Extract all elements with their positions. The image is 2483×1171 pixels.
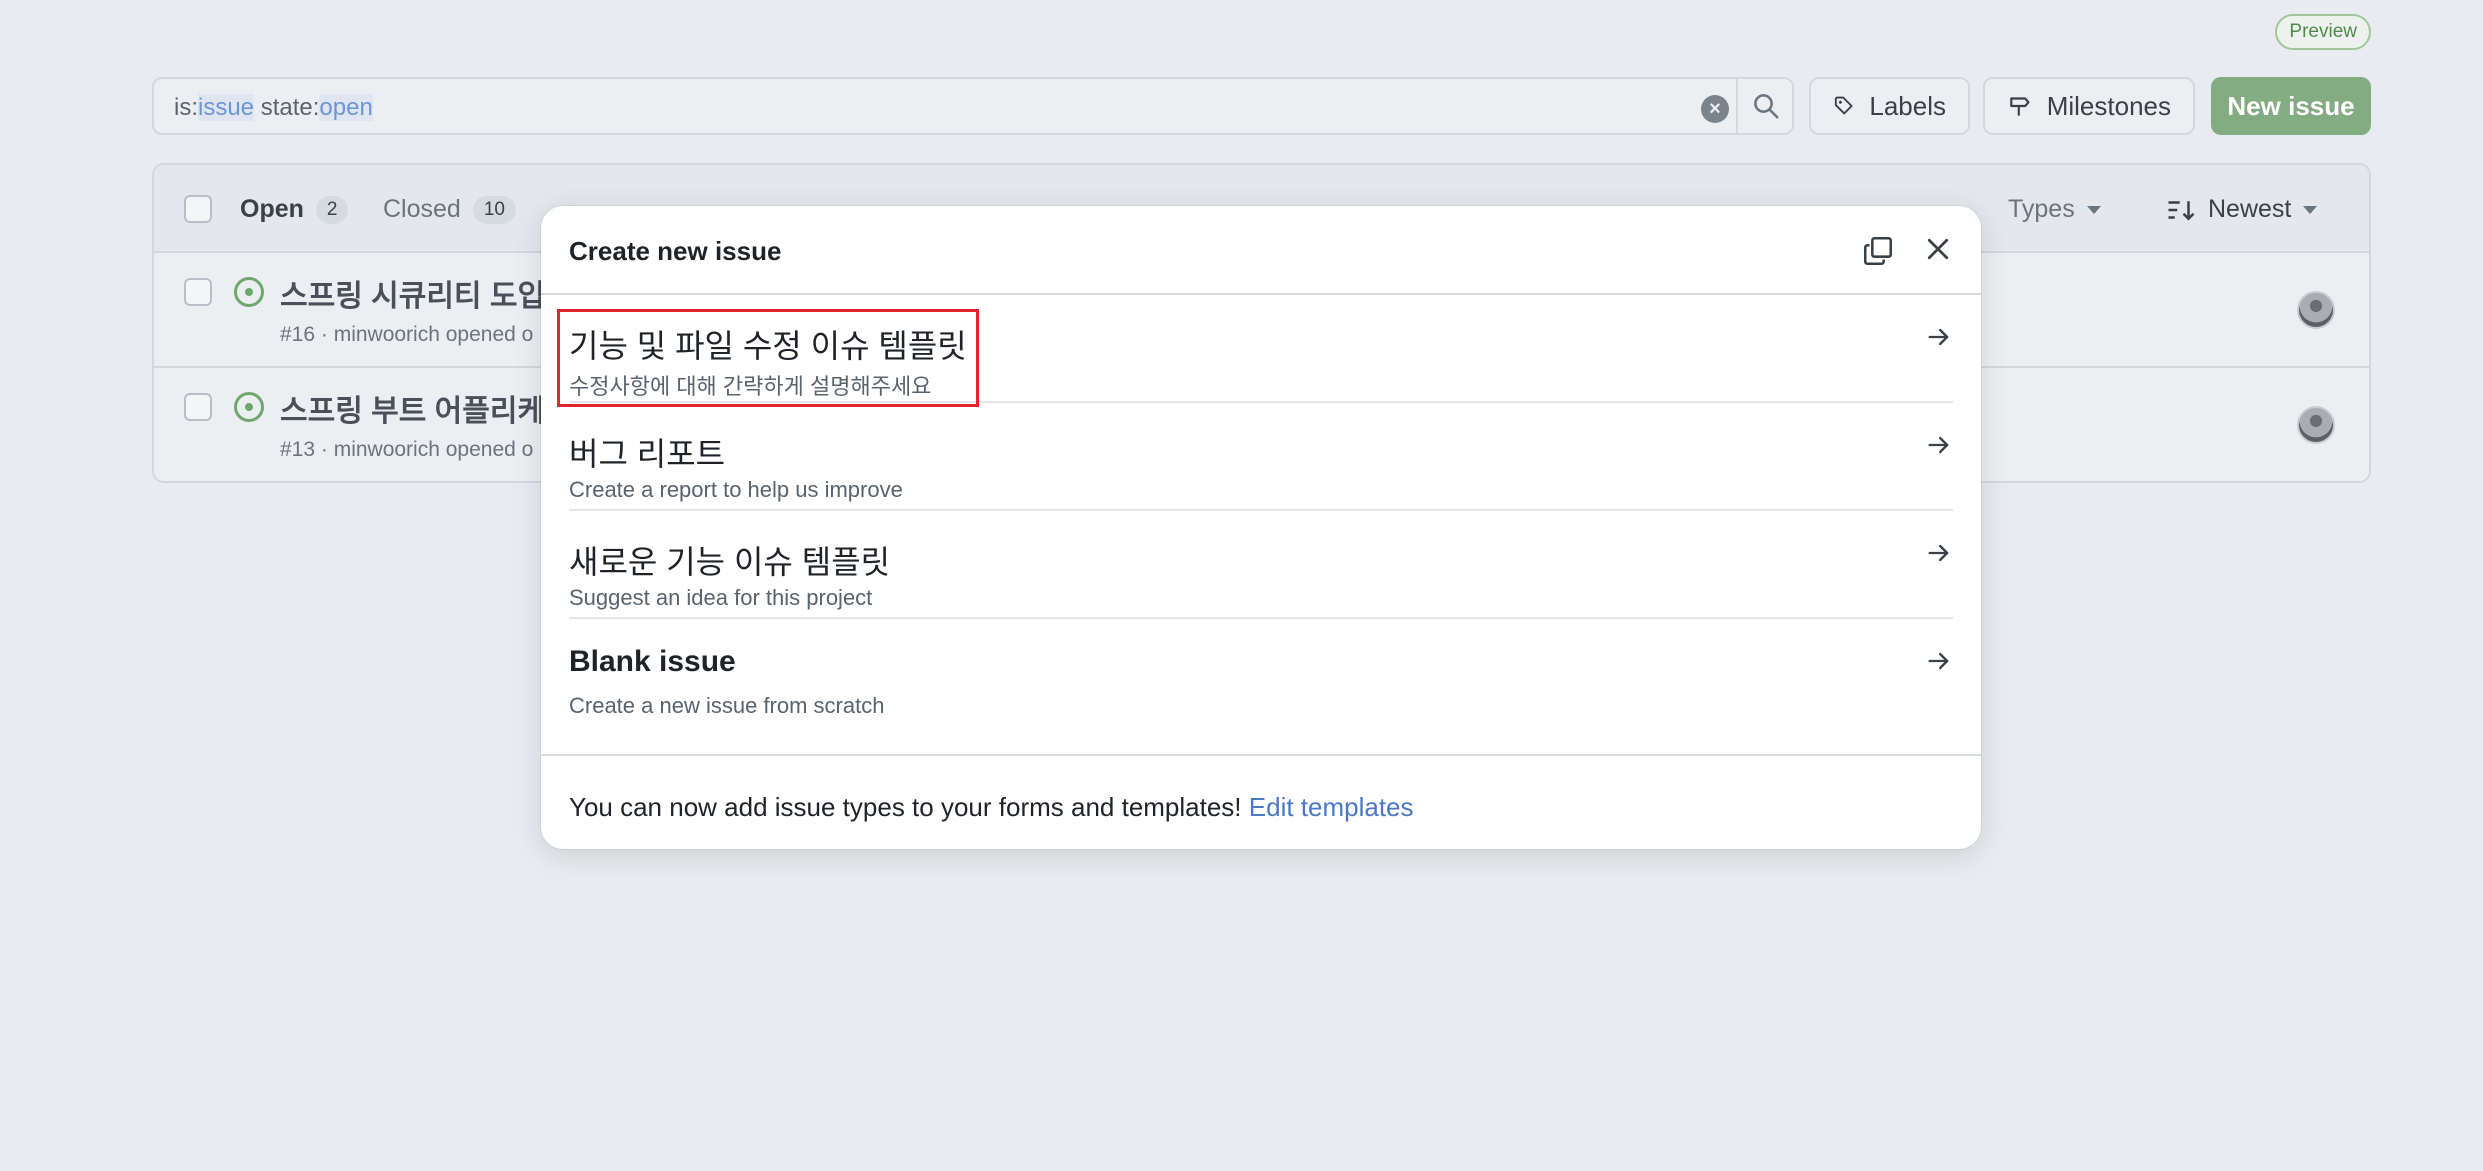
sort-filter[interactable]: Newest xyxy=(2166,195,2318,224)
issue-checkbox[interactable] xyxy=(184,393,212,421)
arrow-right-icon xyxy=(1928,652,1949,670)
labels-button[interactable]: Labels xyxy=(1809,77,1970,135)
template-item-new-feature[interactable]: 새로운 기능 이슈 템플릿 Suggest an idea for this p… xyxy=(569,511,1953,619)
footer-message: You can now add issue types to your form… xyxy=(569,792,1414,822)
template-description: Suggest an idea for this project xyxy=(569,585,873,610)
copy-icon[interactable] xyxy=(1861,234,1895,268)
template-name: 버그 리포트 xyxy=(569,436,726,472)
template-list: 기능 및 파일 수정 이슈 템플릿 수정사항에 대해 간략하게 설명해주세요 버… xyxy=(541,295,1981,727)
arrow-right-icon xyxy=(1928,328,1949,346)
avatar[interactable] xyxy=(2297,291,2335,329)
chevron-down-icon xyxy=(2086,206,2101,215)
arrow-right-icon xyxy=(1928,544,1949,562)
issue-title[interactable]: 스프링 부트 어플리케 xyxy=(280,386,545,430)
close-icon[interactable] xyxy=(1923,234,1953,264)
template-item-blank-issue[interactable]: Blank issue Create a new issue from scra… xyxy=(569,619,1953,727)
closed-count: 10 xyxy=(472,196,516,225)
template-name: 기능 및 파일 수정 이슈 템플릿 xyxy=(569,328,967,364)
search-icon xyxy=(1754,94,1779,119)
edit-templates-link[interactable]: Edit templates xyxy=(1249,792,1414,822)
clear-search-icon[interactable]: × xyxy=(1701,95,1729,123)
open-count: 2 xyxy=(315,196,349,225)
template-description: Create a report to help us improve xyxy=(569,477,903,502)
create-issue-dialog: Create new issue 기능 및 파일 수정 이슈 템플릿 수정사항에… xyxy=(541,206,1981,849)
template-description: Create a new issue from scratch xyxy=(569,693,885,718)
template-item-feature-edit[interactable]: 기능 및 파일 수정 이슈 템플릿 수정사항에 대해 간략하게 설명해주세요 xyxy=(557,295,1953,407)
template-description: 수정사항에 대해 간략하게 설명해주세요 xyxy=(569,374,932,399)
issue-checkbox[interactable] xyxy=(184,278,212,306)
new-issue-button[interactable]: New issue xyxy=(2211,77,2371,135)
tab-open[interactable]: Open 2 xyxy=(240,195,349,225)
arrow-right-icon xyxy=(1928,436,1949,454)
milestone-icon xyxy=(2010,97,2030,116)
sort-icon xyxy=(2168,201,2195,221)
issue-meta: #13 · minwoorich opened o xyxy=(280,438,534,461)
issue-meta: #16 · minwoorich opened o xyxy=(280,323,534,346)
template-name: 새로운 기능 이슈 템플릿 xyxy=(569,544,891,580)
chevron-down-icon xyxy=(2303,206,2318,215)
select-all-checkbox[interactable] xyxy=(184,195,212,223)
dialog-header: Create new issue xyxy=(541,206,1981,295)
search-input[interactable]: is:issue state:open × xyxy=(152,77,1794,135)
dialog-footer: You can now add issue types to your form… xyxy=(541,754,1981,849)
dialog-title: Create new issue xyxy=(569,236,782,266)
tag-icon xyxy=(1834,96,1853,115)
tab-closed[interactable]: Closed 10 xyxy=(383,195,516,225)
milestones-button-label: Milestones xyxy=(2046,90,2171,121)
preview-badge: Preview xyxy=(2275,14,2371,50)
issue-title[interactable]: 스프링 시큐리티 도입 xyxy=(280,271,545,315)
template-name: Blank issue xyxy=(569,645,736,678)
search-row: is:issue state:open × Labels Milestones xyxy=(152,77,2371,135)
search-query: is:issue state:open xyxy=(174,94,373,121)
issue-open-icon xyxy=(234,392,264,422)
template-item-bug-report[interactable]: 버그 리포트 Create a report to help us improv… xyxy=(569,403,1953,511)
types-filter[interactable]: Types xyxy=(2008,195,2101,224)
search-button[interactable] xyxy=(1736,79,1792,133)
avatar[interactable] xyxy=(2297,406,2335,444)
labels-button-label: Labels xyxy=(1869,90,1946,121)
milestones-button[interactable]: Milestones xyxy=(1983,77,2195,135)
issue-open-icon xyxy=(234,277,264,307)
issues-page: Preview is:issue state:open × Labels Mil… xyxy=(0,0,2483,1171)
